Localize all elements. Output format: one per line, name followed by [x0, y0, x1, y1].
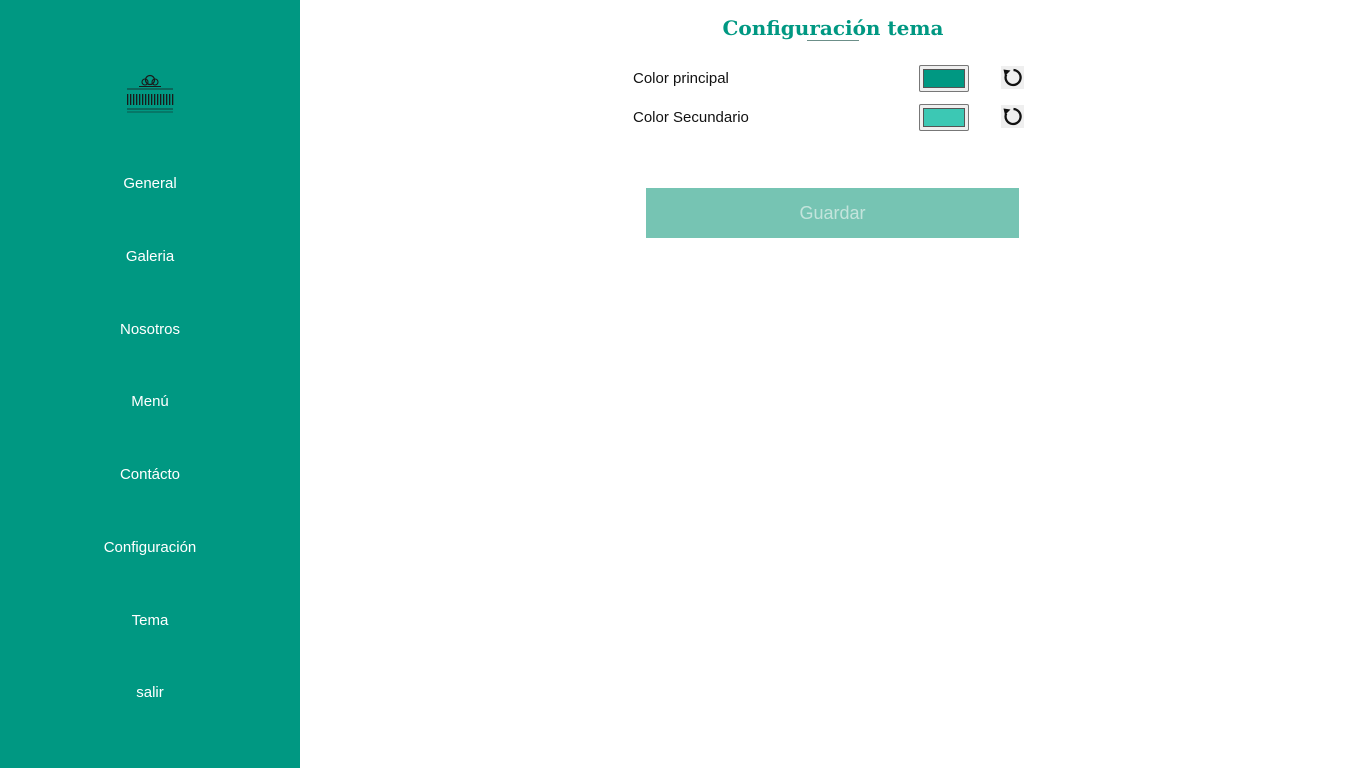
sidebar-item-galeria[interactable]: Galeria [0, 247, 300, 267]
color-principal-label: Color principal [633, 70, 729, 87]
sidebar-item-tema[interactable]: Tema [0, 611, 300, 631]
title-underline [807, 40, 859, 41]
sidebar-item-configuracion[interactable]: Configuración [0, 538, 300, 558]
sidebar-item-contacto[interactable]: Contácto [0, 465, 300, 485]
sidebar-item-general[interactable]: General [0, 174, 300, 194]
refresh-icon [1003, 107, 1022, 126]
sidebar-item-menu[interactable]: Menú [0, 392, 300, 412]
color-secundario-swatch [923, 108, 965, 127]
color-secundario-label: Color Secundario [633, 109, 749, 126]
save-button[interactable]: Guardar [646, 188, 1019, 238]
sidebar-item-nosotros[interactable]: Nosotros [0, 320, 300, 340]
main-content: Configuración tema Color principal Color… [300, 0, 1366, 768]
color-principal-reset-button[interactable] [1001, 66, 1024, 89]
sidebar: General Galeria Nosotros Menú Contácto C… [0, 0, 300, 768]
color-secundario-reset-button[interactable] [1001, 105, 1024, 128]
sidebar-item-salir[interactable]: salir [0, 683, 300, 703]
restaurant-logo[interactable] [125, 68, 175, 114]
color-secundario-picker[interactable] [919, 104, 969, 131]
page-title: Configuración tema [722, 16, 944, 40]
refresh-icon [1003, 68, 1022, 87]
logo-icon [127, 74, 174, 113]
color-principal-swatch [923, 69, 965, 88]
color-principal-picker[interactable] [919, 65, 969, 92]
